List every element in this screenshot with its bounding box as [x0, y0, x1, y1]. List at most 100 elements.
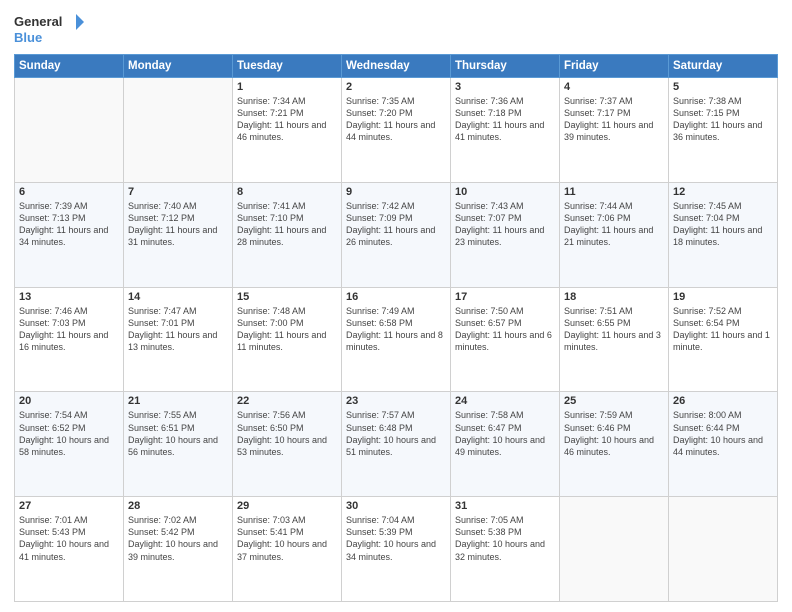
- day-info: Sunrise: 7:03 AM Sunset: 5:41 PM Dayligh…: [237, 514, 337, 563]
- calendar: SundayMondayTuesdayWednesdayThursdayFrid…: [14, 54, 778, 602]
- calendar-cell: 28 Sunrise: 7:02 AM Sunset: 5:42 PM Dayli…: [124, 497, 233, 602]
- day-info: Sunrise: 7:04 AM Sunset: 5:39 PM Dayligh…: [346, 514, 446, 563]
- calendar-cell: 21 Sunrise: 7:55 AM Sunset: 6:51 PM Dayli…: [124, 392, 233, 497]
- day-number: 26: [673, 395, 773, 407]
- day-number: 27: [19, 500, 119, 512]
- svg-text:General: General: [14, 14, 62, 29]
- day-info: Sunrise: 7:39 AM Sunset: 7:13 PM Dayligh…: [19, 200, 119, 249]
- day-info: Sunrise: 7:57 AM Sunset: 6:48 PM Dayligh…: [346, 409, 446, 458]
- day-info: Sunrise: 7:05 AM Sunset: 5:38 PM Dayligh…: [455, 514, 555, 563]
- day-number: 17: [455, 291, 555, 303]
- day-info: Sunrise: 7:40 AM Sunset: 7:12 PM Dayligh…: [128, 200, 228, 249]
- col-header-thursday: Thursday: [451, 55, 560, 78]
- day-info: Sunrise: 7:41 AM Sunset: 7:10 PM Dayligh…: [237, 200, 337, 249]
- calendar-cell: 17 Sunrise: 7:50 AM Sunset: 6:57 PM Dayli…: [451, 287, 560, 392]
- day-info: Sunrise: 7:59 AM Sunset: 6:46 PM Dayligh…: [564, 409, 664, 458]
- calendar-cell: 14 Sunrise: 7:47 AM Sunset: 7:01 PM Dayli…: [124, 287, 233, 392]
- col-header-tuesday: Tuesday: [233, 55, 342, 78]
- logo: General Blue: [14, 10, 84, 48]
- day-number: 7: [128, 186, 228, 198]
- calendar-cell: [560, 497, 669, 602]
- calendar-cell: 29Sunrise: 7:03 AM Sunset: 5:41 PM Dayli…: [233, 497, 342, 602]
- day-info: Sunrise: 7:49 AM Sunset: 6:58 PM Dayligh…: [346, 305, 446, 354]
- day-number: 28: [128, 500, 228, 512]
- calendar-cell: 2Sunrise: 7:35 AM Sunset: 7:20 PM Daylig…: [342, 78, 451, 183]
- week-row-5: 27Sunrise: 7:01 AM Sunset: 5:43 PM Dayli…: [15, 497, 778, 602]
- day-number: 5: [673, 81, 773, 93]
- col-header-wednesday: Wednesday: [342, 55, 451, 78]
- week-row-1: 1 Sunrise: 7:34 AM Sunset: 7:21 PM Daylig…: [15, 78, 778, 183]
- day-number: 22: [237, 395, 337, 407]
- calendar-cell: 15 Sunrise: 7:48 AM Sunset: 7:00 PM Dayli…: [233, 287, 342, 392]
- col-header-monday: Monday: [124, 55, 233, 78]
- calendar-cell: 11Sunrise: 7:44 AM Sunset: 7:06 PM Dayli…: [560, 182, 669, 287]
- calendar-cell: [669, 497, 778, 602]
- day-number: 8: [237, 186, 337, 198]
- day-info: Sunrise: 8:00 AM Sunset: 6:44 PM Dayligh…: [673, 409, 773, 458]
- day-info: Sunrise: 7:50 AM Sunset: 6:57 PM Dayligh…: [455, 305, 555, 354]
- day-info: Sunrise: 7:51 AM Sunset: 6:55 PM Dayligh…: [564, 305, 664, 354]
- day-number: 19: [673, 291, 773, 303]
- calendar-cell: 27Sunrise: 7:01 AM Sunset: 5:43 PM Dayli…: [15, 497, 124, 602]
- day-info: Sunrise: 7:34 AM Sunset: 7:21 PM Dayligh…: [237, 95, 337, 144]
- day-number: 14: [128, 291, 228, 303]
- col-header-saturday: Saturday: [669, 55, 778, 78]
- day-number: 2: [346, 81, 446, 93]
- day-number: 10: [455, 186, 555, 198]
- day-info: Sunrise: 7:48 AM Sunset: 7:00 PM Dayligh…: [237, 305, 337, 354]
- calendar-cell: 4 Sunrise: 7:37 AM Sunset: 7:17 PM Daylig…: [560, 78, 669, 183]
- day-number: 3: [455, 81, 555, 93]
- day-info: Sunrise: 7:56 AM Sunset: 6:50 PM Dayligh…: [237, 409, 337, 458]
- day-info: Sunrise: 7:54 AM Sunset: 6:52 PM Dayligh…: [19, 409, 119, 458]
- calendar-cell: 30 Sunrise: 7:04 AM Sunset: 5:39 PM Dayli…: [342, 497, 451, 602]
- day-info: Sunrise: 7:36 AM Sunset: 7:18 PM Dayligh…: [455, 95, 555, 144]
- day-number: 23: [346, 395, 446, 407]
- calendar-cell: 6Sunrise: 7:39 AM Sunset: 7:13 PM Daylig…: [15, 182, 124, 287]
- calendar-cell: 5Sunrise: 7:38 AM Sunset: 7:15 PM Daylig…: [669, 78, 778, 183]
- day-number: 21: [128, 395, 228, 407]
- day-info: Sunrise: 7:43 AM Sunset: 7:07 PM Dayligh…: [455, 200, 555, 249]
- calendar-cell: 18 Sunrise: 7:51 AM Sunset: 6:55 PM Dayli…: [560, 287, 669, 392]
- calendar-cell: 24 Sunrise: 7:58 AM Sunset: 6:47 PM Dayli…: [451, 392, 560, 497]
- day-info: Sunrise: 7:45 AM Sunset: 7:04 PM Dayligh…: [673, 200, 773, 249]
- page: General Blue SundayMondayTuesdayWednesda…: [0, 0, 792, 612]
- calendar-cell: [15, 78, 124, 183]
- day-info: Sunrise: 7:02 AM Sunset: 5:42 PM Dayligh…: [128, 514, 228, 563]
- day-number: 9: [346, 186, 446, 198]
- day-number: 15: [237, 291, 337, 303]
- calendar-cell: 31 Sunrise: 7:05 AM Sunset: 5:38 PM Dayli…: [451, 497, 560, 602]
- calendar-cell: 7 Sunrise: 7:40 AM Sunset: 7:12 PM Daylig…: [124, 182, 233, 287]
- calendar-cell: [124, 78, 233, 183]
- calendar-cell: 3 Sunrise: 7:36 AM Sunset: 7:18 PM Daylig…: [451, 78, 560, 183]
- day-number: 30: [346, 500, 446, 512]
- calendar-cell: 20 Sunrise: 7:54 AM Sunset: 6:52 PM Dayli…: [15, 392, 124, 497]
- day-number: 1: [237, 81, 337, 93]
- day-number: 20: [19, 395, 119, 407]
- week-row-3: 13 Sunrise: 7:46 AM Sunset: 7:03 PM Dayli…: [15, 287, 778, 392]
- calendar-cell: 19Sunrise: 7:52 AM Sunset: 6:54 PM Dayli…: [669, 287, 778, 392]
- day-info: Sunrise: 7:42 AM Sunset: 7:09 PM Dayligh…: [346, 200, 446, 249]
- calendar-cell: 1 Sunrise: 7:34 AM Sunset: 7:21 PM Daylig…: [233, 78, 342, 183]
- day-info: Sunrise: 7:55 AM Sunset: 6:51 PM Dayligh…: [128, 409, 228, 458]
- calendar-cell: 22 Sunrise: 7:56 AM Sunset: 6:50 PM Dayli…: [233, 392, 342, 497]
- day-info: Sunrise: 7:37 AM Sunset: 7:17 PM Dayligh…: [564, 95, 664, 144]
- calendar-cell: 10 Sunrise: 7:43 AM Sunset: 7:07 PM Dayli…: [451, 182, 560, 287]
- header: General Blue: [14, 10, 778, 48]
- col-header-friday: Friday: [560, 55, 669, 78]
- day-number: 24: [455, 395, 555, 407]
- day-number: 18: [564, 291, 664, 303]
- day-info: Sunrise: 7:46 AM Sunset: 7:03 PM Dayligh…: [19, 305, 119, 354]
- calendar-cell: 16Sunrise: 7:49 AM Sunset: 6:58 PM Dayli…: [342, 287, 451, 392]
- day-info: Sunrise: 7:58 AM Sunset: 6:47 PM Dayligh…: [455, 409, 555, 458]
- day-number: 4: [564, 81, 664, 93]
- calendar-header-row: SundayMondayTuesdayWednesdayThursdayFrid…: [15, 55, 778, 78]
- day-number: 13: [19, 291, 119, 303]
- day-info: Sunrise: 7:47 AM Sunset: 7:01 PM Dayligh…: [128, 305, 228, 354]
- svg-text:Blue: Blue: [14, 30, 42, 45]
- day-number: 31: [455, 500, 555, 512]
- day-info: Sunrise: 7:44 AM Sunset: 7:06 PM Dayligh…: [564, 200, 664, 249]
- calendar-cell: 12Sunrise: 7:45 AM Sunset: 7:04 PM Dayli…: [669, 182, 778, 287]
- col-header-sunday: Sunday: [15, 55, 124, 78]
- calendar-cell: 23 Sunrise: 7:57 AM Sunset: 6:48 PM Dayli…: [342, 392, 451, 497]
- calendar-cell: 8 Sunrise: 7:41 AM Sunset: 7:10 PM Daylig…: [233, 182, 342, 287]
